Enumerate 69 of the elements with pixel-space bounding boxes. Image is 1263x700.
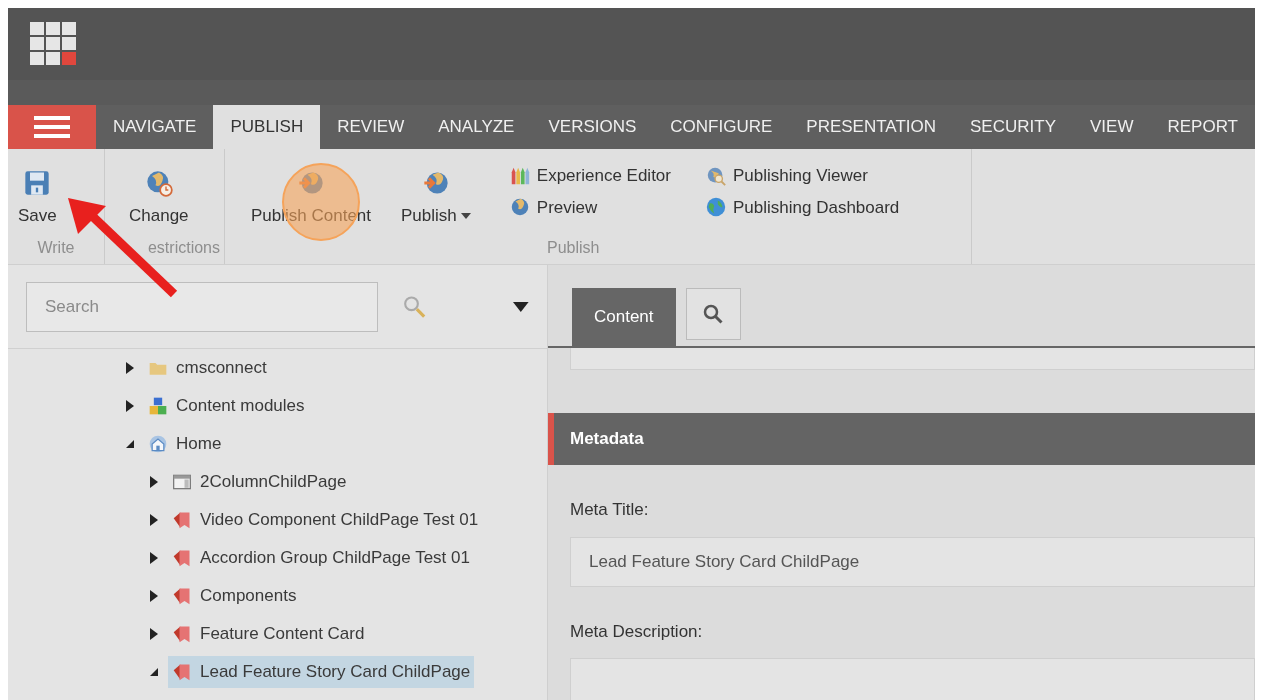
menu-tab[interactable]: SECURITY [953,105,1073,149]
ribbon-small-button[interactable]: Publishing Viewer [705,163,900,189]
tree-item[interactable]: Feature Content Card [168,618,369,650]
tree-item[interactable]: Accordion Group ChildPage Test 01 [168,542,474,574]
menu-tab[interactable]: REVIEW [320,105,422,149]
bookmark-pages-icon [172,624,192,644]
menu-tab[interactable]: VIEW [1073,105,1151,149]
menu-icon [34,115,70,139]
tree-item-label: Feature Content Card [200,623,365,646]
tree-item-label: 2ColumnChildPage [200,471,347,494]
tree-item-label: Video Component ChildPage Test 01 [200,509,479,532]
hamburger-menu-button[interactable] [8,105,96,149]
menu-tab[interactable]: REPORT [1150,105,1255,149]
ribbon-small-button[interactable]: Preview [508,194,671,220]
menu-tab[interactable]: CONFIGURE [653,105,790,149]
cubes-icon [148,396,168,416]
ribbon-group-label: Write [36,238,76,258]
bookmark-pages-icon [172,510,192,530]
menu-tab[interactable]: ANALYZE [421,105,532,149]
menu-tab[interactable]: PRESENTATION [789,105,954,149]
tree-item[interactable]: cmsconnect [144,352,271,384]
menu-tab[interactable]: VERSIONS [531,105,654,149]
bookmark-pages-icon [172,548,192,568]
app-grid-logo-icon[interactable] [30,22,78,66]
text-field[interactable] [570,658,1255,700]
collapsed-triangle-icon[interactable] [148,552,160,564]
tree-item[interactable]: Components [168,580,301,612]
collapsed-triangle-icon[interactable] [148,590,160,602]
tree-item-label: Content modules [176,395,305,418]
ribbon-button[interactable]: Change [125,169,193,229]
collapsed-triangle-icon[interactable] [148,514,160,526]
section-title: Metadata [570,428,644,451]
tree-item-label: Accordion Group ChildPage Test 01 [200,547,470,570]
bookmark-pages-icon [172,662,192,682]
collapsed-triangle-icon[interactable] [124,400,136,412]
globe-clock-icon [144,169,173,197]
house-icon [148,434,168,454]
ribbon-small-button[interactable]: Experience Editor [508,163,671,189]
tree-item[interactable]: Content modules [144,390,309,422]
ribbon-button[interactable]: Save [14,169,61,229]
ribbon-group-label: estrictions [146,238,220,258]
dropdown-triangle-icon[interactable] [513,301,529,312]
field-label: Meta Description: [570,620,704,643]
window-icon [172,472,192,492]
tree-item[interactable]: 2ColumnChildPage [168,466,351,498]
search-field[interactable]: Search [26,281,379,332]
earth-icon [705,196,727,219]
selected-tree-item[interactable]: Lead Feature Story Card ChildPage [168,656,475,688]
search-button[interactable] [685,288,741,340]
ribbon-group-label: Publish [546,238,601,258]
menu-tab[interactable]: PUBLISH [213,105,321,149]
content-tab[interactable]: Content [572,288,676,346]
ribbon-button[interactable]: Publish [397,169,475,229]
tree-item[interactable]: Video Component ChildPage Test 01 [168,504,483,536]
tree-item-label: Lead Feature Story Card ChildPage [200,661,471,684]
collapsed-triangle-icon[interactable] [148,476,160,488]
tree-item-label: Components [200,585,297,608]
field-label: Meta Title: [570,499,650,521]
tree-item[interactable]: Home [144,428,226,460]
expanded-triangle-icon[interactable] [124,439,136,449]
tree-item-label: cmsconnect [176,357,267,380]
menu-tab[interactable]: NAVIGATE [95,105,214,149]
text-field[interactable]: Lead Feature Story Card ChildPage [570,536,1255,587]
tree-item-label: Home [176,433,222,456]
collapsed-triangle-icon[interactable] [148,628,160,640]
ribbon-small-button[interactable]: Publishing Dashboard [705,194,900,220]
expanded-triangle-icon[interactable] [148,667,160,677]
bookmark-pages-icon [172,586,192,606]
collapsed-triangle-icon[interactable] [124,362,136,374]
